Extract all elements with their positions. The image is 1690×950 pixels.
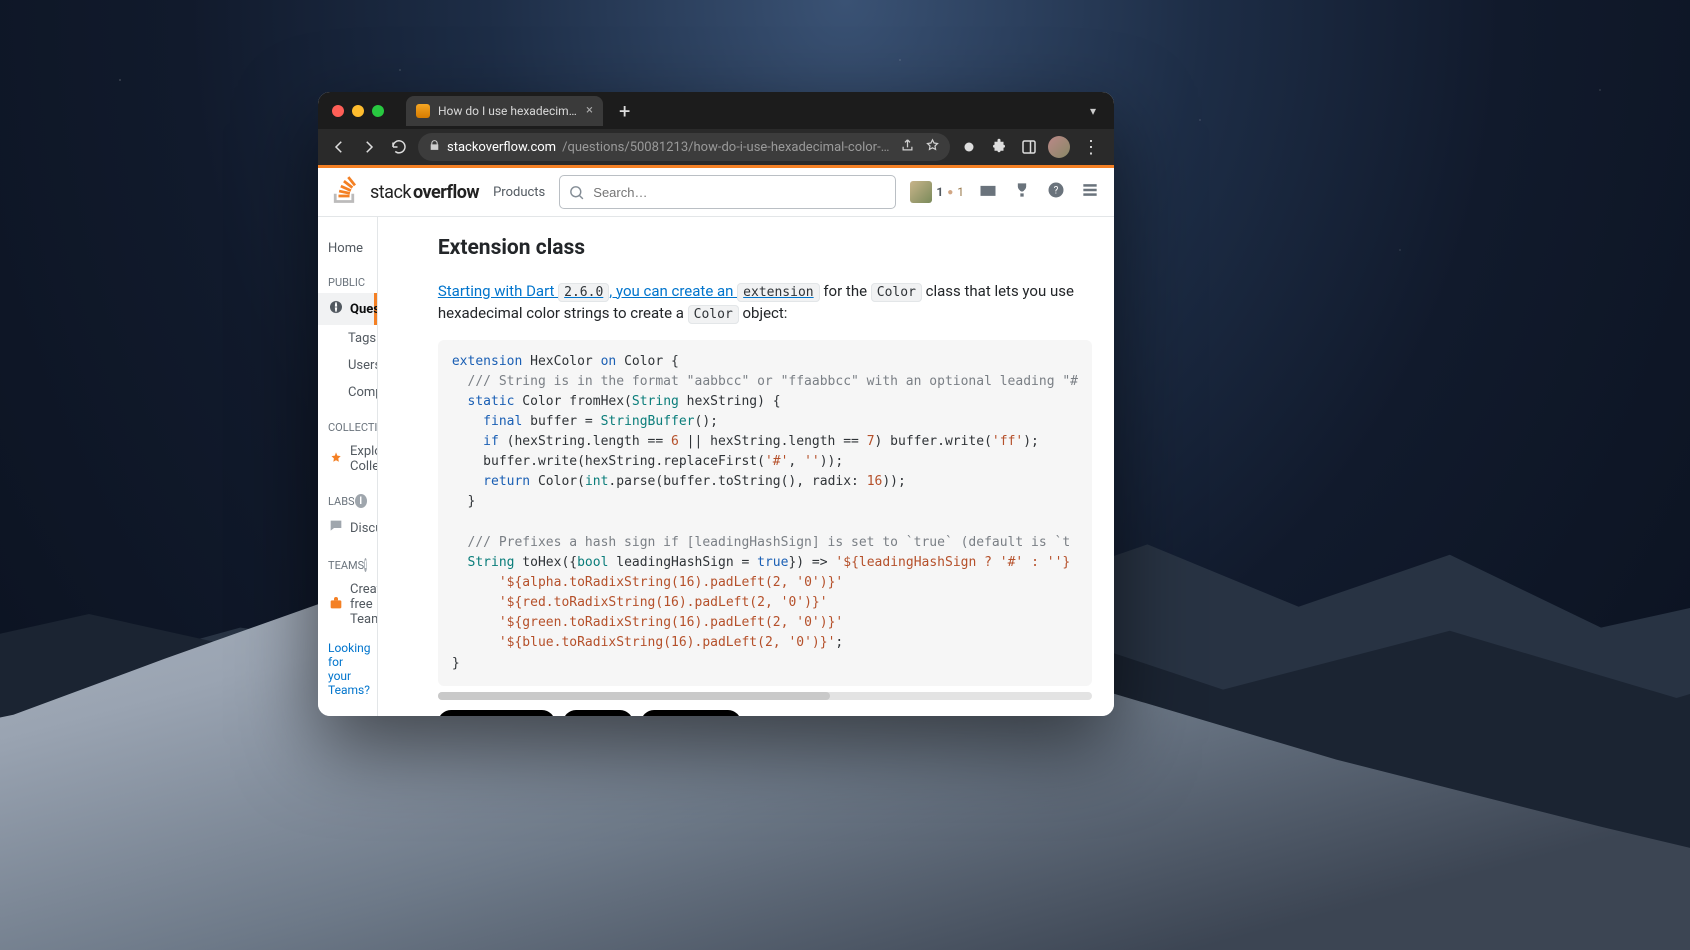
sidebar-item-home[interactable]: Home xyxy=(318,235,377,262)
share-icon[interactable] xyxy=(900,138,915,157)
section-heading: Extension class xyxy=(438,233,1092,265)
so-logo-text[interactable]: stackoverflow xyxy=(370,182,479,203)
sidebar-item-discussions[interactable]: Discussions xyxy=(318,512,377,544)
tabs-dropdown-button[interactable]: ▾ xyxy=(1080,104,1106,118)
tab-favicon xyxy=(416,104,430,118)
window-close-button[interactable] xyxy=(332,105,344,117)
code-horizontal-scrollbar[interactable] xyxy=(438,692,1092,700)
browser-tab[interactable]: How do I use hexadecimal colo × xyxy=(406,96,603,126)
sidebar-item-label: Create free Team xyxy=(350,582,378,627)
search-icon xyxy=(568,184,585,201)
chat-icon xyxy=(328,518,344,538)
inline-code-color: Color xyxy=(688,305,739,324)
so-logo-text-1: stack xyxy=(370,182,411,203)
pill-label: Ask Copilot xyxy=(670,714,731,716)
tab-title: How do I use hexadecimal colo xyxy=(438,104,578,118)
looking-for-teams-link[interactable]: Looking for your Teams? xyxy=(318,633,377,705)
info-icon[interactable]: i xyxy=(355,494,367,508)
inbox-icon[interactable] xyxy=(978,180,998,204)
sidebar-item-questions[interactable]: Questions xyxy=(318,293,377,325)
sidebar-item-tags[interactable]: Tags xyxy=(318,325,377,352)
sidebar-label-public: PUBLIC xyxy=(318,262,377,293)
code-block-extension[interactable]: extension HexColor on Color { /// String… xyxy=(438,340,1092,686)
inline-code-extension: extension xyxy=(737,283,819,302)
back-button[interactable] xyxy=(328,136,350,158)
window-controls xyxy=(332,105,384,117)
sidebar-label-collectives: COLLECTIVESi xyxy=(318,406,377,438)
inline-code-version: 2.6.0 xyxy=(558,283,609,302)
browser-menu-button[interactable]: ⋮ xyxy=(1078,137,1104,158)
extension-dot-icon[interactable] xyxy=(958,136,980,158)
sidepanel-icon[interactable] xyxy=(1018,136,1040,158)
scrollbar-thumb[interactable] xyxy=(438,692,830,700)
profile-avatar-icon[interactable] xyxy=(1048,136,1070,158)
dart-version-link[interactable]: Starting with Dart 2.6.0, you can create… xyxy=(438,282,820,300)
address-bar[interactable]: stackoverflow.com/questions/50081213/how… xyxy=(418,133,950,161)
pill-label: Share xyxy=(592,714,623,716)
sidebar-item-users[interactable]: Users xyxy=(318,352,377,379)
sidebar-item-explore-collectives[interactable]: Explore Collectives xyxy=(318,438,377,480)
forward-button[interactable] xyxy=(358,136,380,158)
new-tab-button[interactable]: + xyxy=(611,101,638,121)
inline-code-color: Color xyxy=(871,283,922,302)
url-host: stackoverflow.com xyxy=(447,140,556,155)
sidebar-item-create-team[interactable]: Create free Team xyxy=(318,576,377,633)
sidebar-item-label: Tags xyxy=(348,331,376,346)
bronze-badge-dot: ● xyxy=(947,187,953,198)
page: stackoverflow Products 1 ● 1 ? xyxy=(318,165,1114,716)
sidebar-item-label: Questions xyxy=(350,302,378,317)
desktop-wallpaper: How do I use hexadecimal colo × + ▾ stac… xyxy=(0,0,1690,950)
svg-text:?: ? xyxy=(1054,185,1059,196)
user-chip[interactable]: 1 ● 1 xyxy=(910,181,964,203)
achievements-icon[interactable] xyxy=(1012,180,1032,204)
sidebar-label-labs: LABSi xyxy=(318,480,377,512)
tab-close-icon[interactable]: × xyxy=(586,103,593,118)
ask-copilot-button[interactable]: Ask Copilot xyxy=(641,710,741,716)
url-path: /questions/50081213/how-do-i-use-hexadec… xyxy=(562,140,894,155)
reputation-score: 1 xyxy=(936,185,943,199)
code-action-row: Copy and Save Share Ask Copilot xyxy=(438,710,1092,716)
sidebar-item-label: Home xyxy=(328,241,363,256)
left-sidebar: Home PUBLIC Questions Tags Users Compani… xyxy=(318,217,378,716)
so-logo-icon[interactable] xyxy=(332,176,356,208)
search-input[interactable] xyxy=(591,184,887,201)
pill-label: Copy and Save xyxy=(467,714,546,716)
sidebar-item-companies[interactable]: Companies xyxy=(318,379,377,406)
sidebar-item-label: Discussions xyxy=(350,521,378,536)
so-body: Home PUBLIC Questions Tags Users Compani… xyxy=(318,217,1114,716)
extensions-row: ⋮ xyxy=(958,136,1104,158)
window-zoom-button[interactable] xyxy=(372,105,384,117)
extensions-puzzle-icon[interactable] xyxy=(988,136,1010,158)
site-switcher-icon[interactable] xyxy=(1080,180,1100,204)
intro-paragraph: Starting with Dart 2.6.0, you can create… xyxy=(438,280,1092,325)
bookmark-star-icon[interactable] xyxy=(925,138,940,157)
reload-button[interactable] xyxy=(388,136,410,158)
copy-and-save-button[interactable]: Copy and Save xyxy=(438,710,556,716)
team-briefcase-icon xyxy=(328,595,344,615)
browser-window: How do I use hexadecimal colo × + ▾ stac… xyxy=(318,92,1114,716)
so-header: stackoverflow Products 1 ● 1 ? xyxy=(318,168,1114,217)
answer-content[interactable]: Extension class Starting with Dart 2.6.0… xyxy=(378,217,1114,716)
sidebar-item-label: Companies xyxy=(348,385,378,400)
so-logo-text-2: overflow xyxy=(413,182,479,203)
sidebar-item-label: Users xyxy=(348,358,378,373)
info-icon[interactable]: i xyxy=(364,558,367,572)
globe-icon xyxy=(328,299,344,319)
bronze-badge-count: 1 xyxy=(957,185,964,199)
sidebar-item-label: Explore Collectives xyxy=(350,444,378,474)
sidebar-label-teams: TEAMSi xyxy=(318,544,377,576)
help-icon[interactable]: ? xyxy=(1046,180,1066,204)
titlebar: How do I use hexadecimal colo × + ▾ xyxy=(318,92,1114,129)
window-minimize-button[interactable] xyxy=(352,105,364,117)
products-link[interactable]: Products xyxy=(493,185,545,200)
search-box[interactable] xyxy=(559,175,896,209)
lock-icon xyxy=(428,139,441,156)
share-button[interactable]: Share xyxy=(563,710,633,716)
star-burst-icon xyxy=(328,451,344,467)
browser-toolbar: stackoverflow.com/questions/50081213/how… xyxy=(318,129,1114,165)
user-avatar-icon xyxy=(910,181,932,203)
